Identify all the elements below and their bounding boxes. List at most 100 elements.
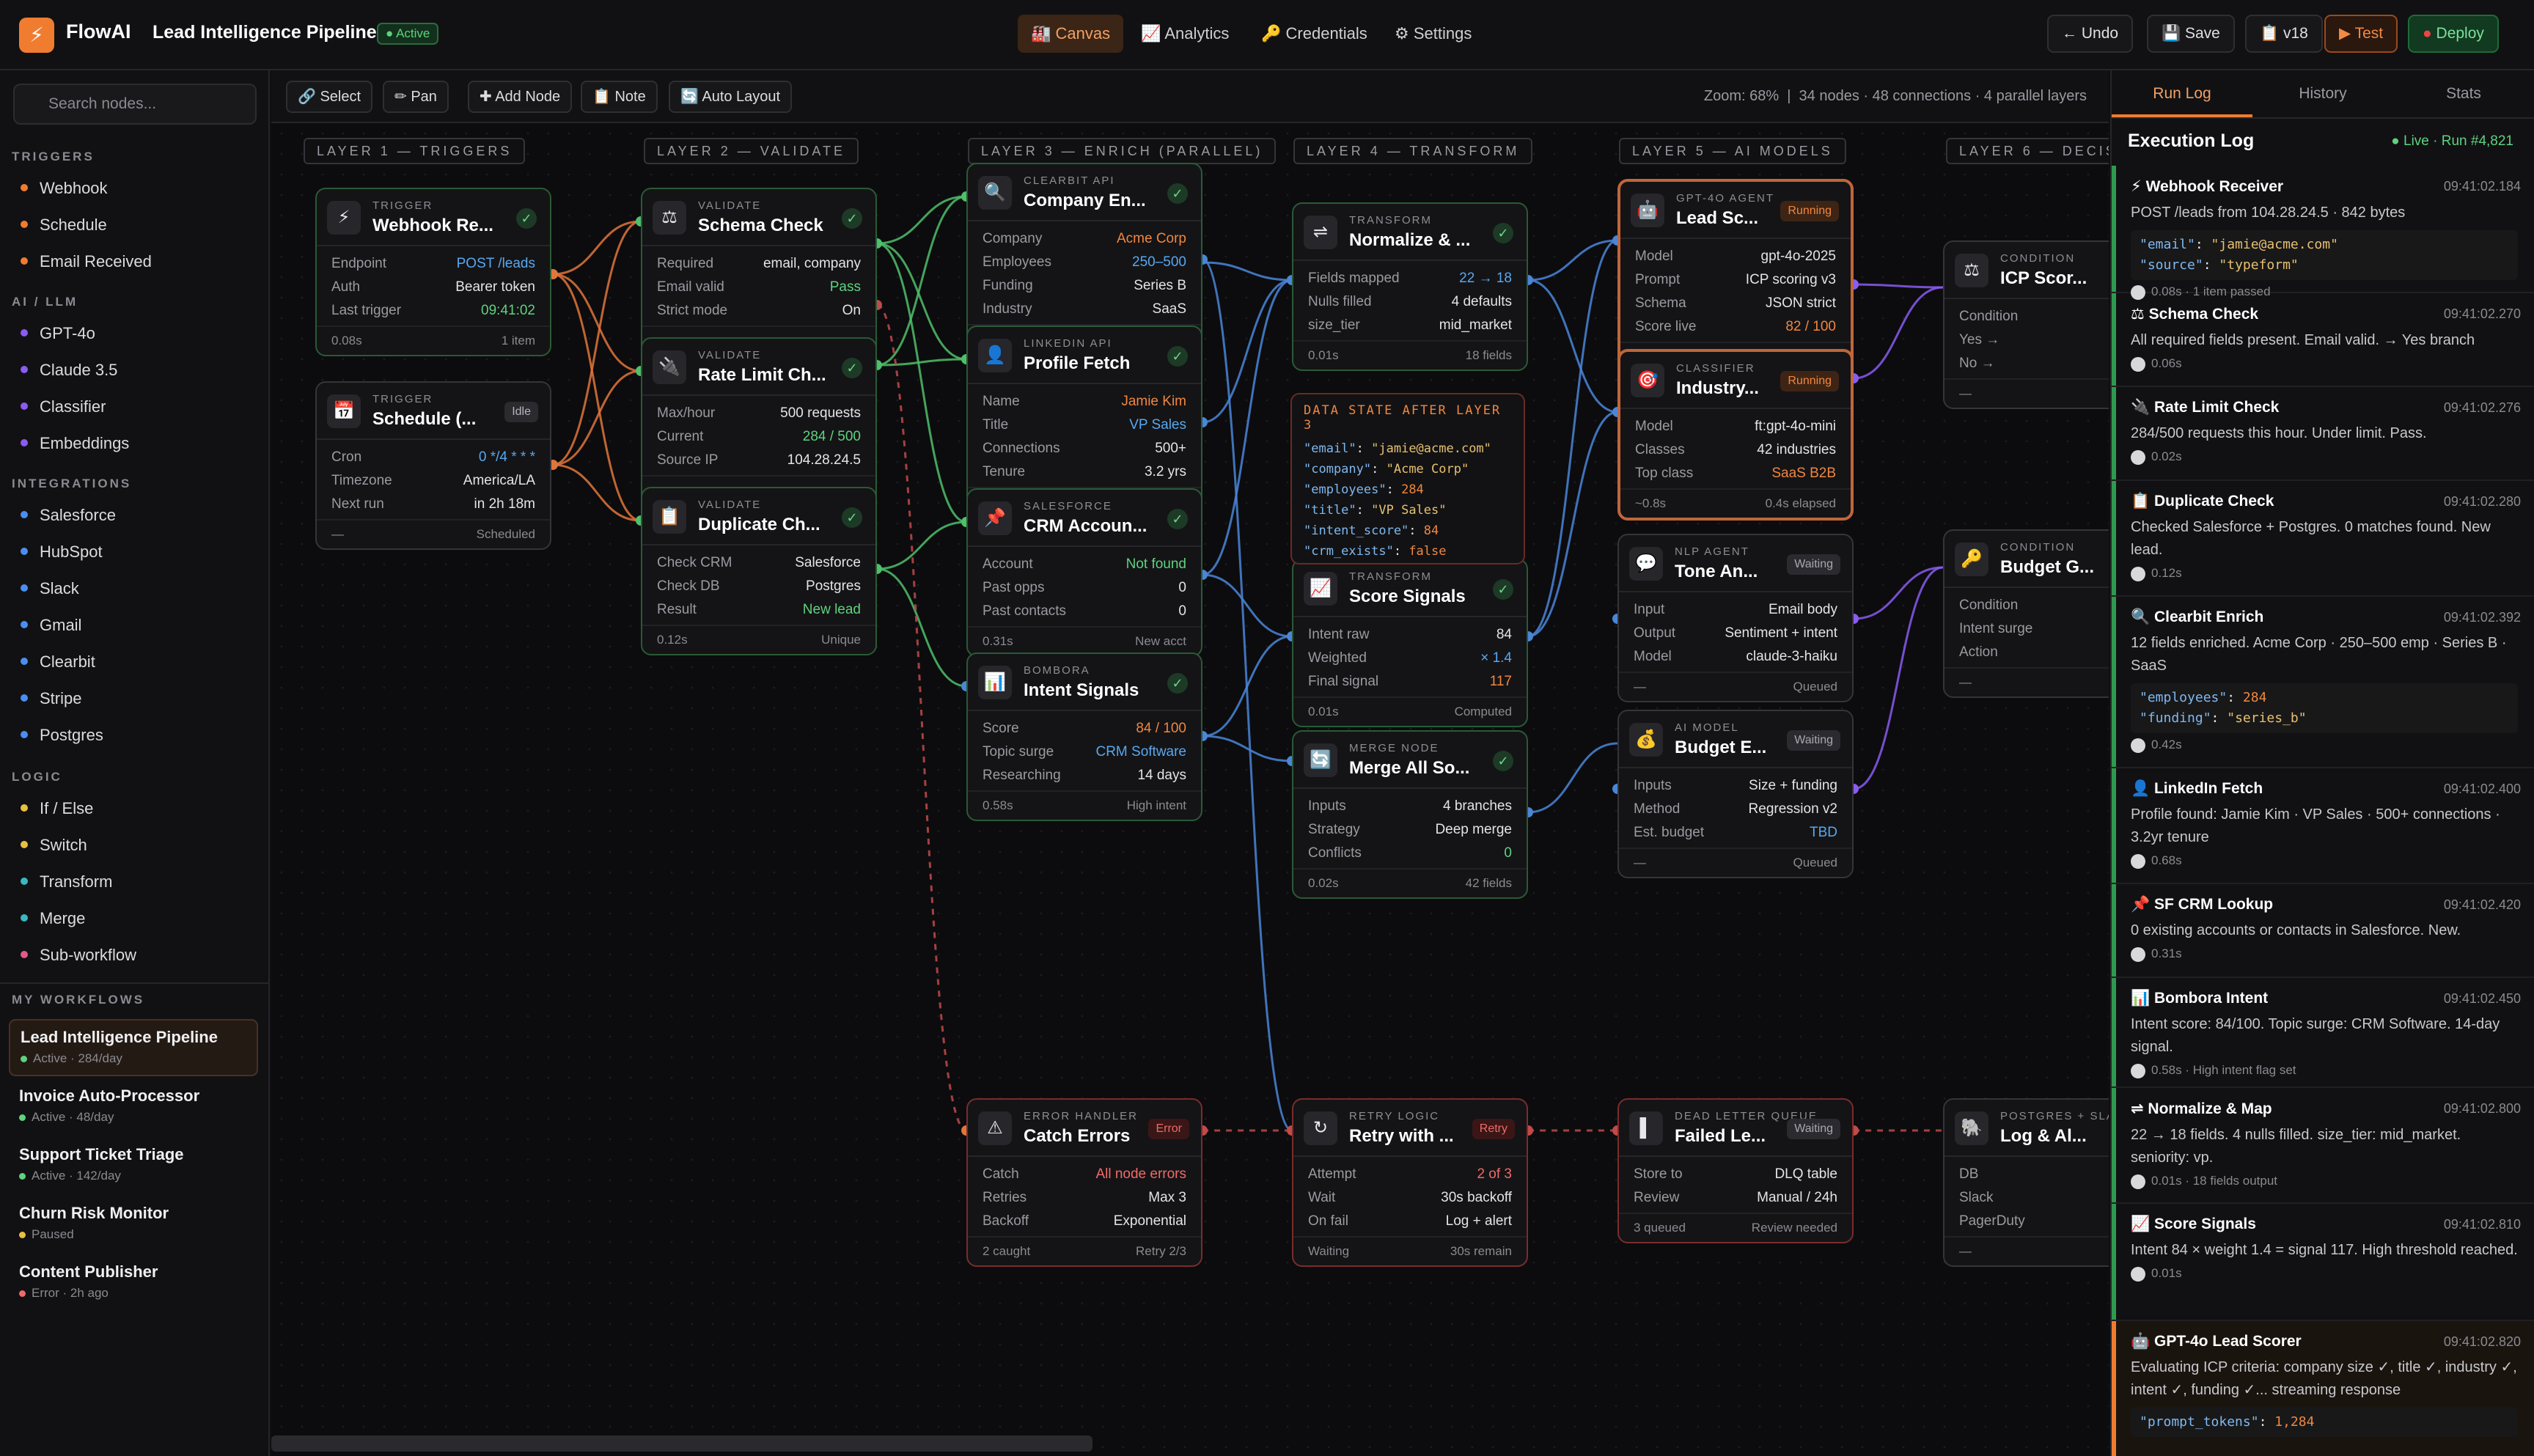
- node-webhook-receiver[interactable]: ⚡ TRIGGER Webhook Re... ✓ Endpoint POST /lead…: [315, 188, 551, 356]
- node-catch-errors[interactable]: ⚠ ERROR HANDLER Catch Errors Error Catch All …: [966, 1098, 1202, 1267]
- tab-canvas[interactable]: 🏭 Canvas: [1018, 15, 1124, 53]
- tab-run-log[interactable]: Run Log: [2112, 70, 2252, 117]
- sidebar-item-stripe[interactable]: Stripe: [21, 686, 81, 711]
- log-entry[interactable]: 👤 LinkedIn Fetch 09:41:02.400 Profile foun…: [2112, 768, 2534, 884]
- status-pill: Retry: [1472, 1119, 1515, 1139]
- state-key: "intent_score": [1304, 523, 1409, 538]
- sidebar-item-slack[interactable]: Slack: [21, 576, 79, 601]
- deploy-button[interactable]: ● Deploy: [2408, 15, 2499, 53]
- field-value: SaaS: [1152, 301, 1186, 317]
- sidebar-item-classifier[interactable]: Classifier: [21, 394, 106, 419]
- color-dot: [21, 731, 28, 739]
- undo-button[interactable]: ← Undo: [2047, 15, 2134, 53]
- sidebar-item-webhook[interactable]: Webhook: [21, 176, 108, 201]
- field-value: 42 industries: [1757, 442, 1836, 457]
- node-dead-letter-queue[interactable]: ▌ DEAD LETTER QUEUE Failed Le... Waiting Sto…: [1617, 1098, 1854, 1243]
- save-button[interactable]: 💾 Save: [2147, 15, 2235, 53]
- tab-settings[interactable]: ⚙ Settings: [1381, 15, 1485, 53]
- node-gpt-lead-scorer[interactable]: 🤖 GPT-4O AGENT Lead Sc... Running Model gpt-4…: [1617, 179, 1854, 374]
- node-budget-gate[interactable]: 🔑CONDITIONBudget G...ConditionbudgIntent…: [1943, 529, 2109, 698]
- node-schema-check[interactable]: ⚖ VALIDATE Schema Check ✓ Required email, com…: [641, 188, 877, 356]
- note-button[interactable]: 📋 Note: [581, 81, 658, 113]
- workflow-canvas[interactable]: LAYER 1 — TRIGGERS LAYER 2 — VALIDATE LA…: [271, 123, 2109, 1456]
- check-icon: ✓: [516, 208, 537, 229]
- node-normalize[interactable]: ⇌ TRANSFORM Normalize & ... ✓ Fields mapped 2…: [1292, 202, 1528, 371]
- select-tool[interactable]: 🔗 Select: [286, 81, 373, 113]
- node-title: Budget E...: [1675, 738, 1767, 757]
- node-icp-condition[interactable]: ⚖CONDITIONICP Scor...ConditionsYes →HotN…: [1943, 240, 2109, 409]
- field-value: America/LA: [463, 473, 535, 488]
- tab-stats[interactable]: Stats: [2393, 70, 2534, 117]
- sidebar-item-postgres[interactable]: Postgres: [21, 723, 103, 748]
- log-description: Intent 84 × weight 1.4 = signal 117. Hig…: [2131, 1242, 2518, 1258]
- log-status-bar: [2112, 166, 2116, 292]
- workflow-item[interactable]: Support Ticket Triage Active · 142/day: [9, 1138, 258, 1195]
- sidebar-item-clearbit[interactable]: Clearbit: [21, 650, 95, 674]
- node-retry[interactable]: ↻ RETRY LOGIC Retry with ... Retry Attempt 2 …: [1292, 1098, 1528, 1267]
- sidebar-item-merge[interactable]: Merge: [21, 906, 85, 931]
- sidebar-item-claude[interactable]: Claude 3.5: [21, 358, 117, 383]
- footer-right: Queued: [1793, 856, 1838, 869]
- node-classifier[interactable]: 🎯 CLASSIFIER Industry... Running Model ft:gpt…: [1617, 349, 1854, 521]
- node-salesforce[interactable]: 📌 SALESFORCE CRM Accoun... ✓ Account Not foun…: [966, 488, 1202, 657]
- test-button[interactable]: ▶ Test: [2324, 15, 2398, 53]
- node-score-signals[interactable]: 📈 TRANSFORM Score Signals ✓ Intent raw 84 Weig…: [1292, 559, 1528, 727]
- sidebar-item-hubspot[interactable]: HubSpot: [21, 540, 103, 565]
- log-entry[interactable]: ⇌ Normalize & Map 09:41:02.800 22 → 18 fie…: [2112, 1088, 2534, 1204]
- tab-credentials[interactable]: 🔑 Credentials: [1248, 15, 1381, 53]
- sidebar-item-switch[interactable]: Switch: [21, 833, 87, 858]
- pan-tool[interactable]: ✏ Pan: [383, 81, 449, 113]
- workflow-item[interactable]: Lead Intelligence Pipeline Active · 284/…: [9, 1019, 258, 1076]
- node-footer: — Queued: [1619, 848, 1852, 877]
- log-entry[interactable]: 🔌 Rate Limit Check 09:41:02.276 284/500 re…: [2112, 387, 2534, 481]
- workflow-item[interactable]: Invoice Auto-Processor Active · 48/day: [9, 1079, 258, 1136]
- sidebar-item-schedule[interactable]: Schedule: [21, 213, 107, 238]
- workflow-item[interactable]: Content Publisher Error · 2h ago: [9, 1255, 258, 1312]
- log-entry[interactable]: ⚡ Webhook Receiver 09:41:02.184 POST /lead…: [2112, 166, 2534, 300]
- node-bombora[interactable]: 📊 BOMBORA Intent Signals ✓ Score 84 / 100 Topi…: [966, 652, 1202, 821]
- clock-icon: [2131, 1266, 2145, 1282]
- tab-analytics[interactable]: 📈 Analytics: [1128, 15, 1242, 53]
- node-merge[interactable]: 🔄 MERGE NODE Merge All So... ✓ Inputs 4 branc…: [1292, 730, 1528, 899]
- log-entry[interactable]: 📊 Bombora Intent 09:41:02.450 Intent score…: [2112, 978, 2534, 1088]
- log-entry[interactable]: 📈 Score Signals 09:41:02.810 Intent 84 × w…: [2112, 1204, 2534, 1321]
- node-field: Prompt ICP scoring v3: [1635, 268, 1836, 292]
- sidebar-item-embeddings[interactable]: Embeddings: [21, 431, 129, 456]
- tab-history[interactable]: History: [2252, 70, 2393, 117]
- field-value: All node errors: [1095, 1166, 1186, 1182]
- sidebar-item-gmail[interactable]: Gmail: [21, 613, 81, 638]
- log-entry[interactable]: 🤖 GPT-4o Lead Scorer 09:41:02.820 Evaluati…: [2112, 1321, 2534, 1456]
- sidebar-item-salesforce[interactable]: Salesforce: [21, 503, 116, 528]
- sidebar-item-email-received[interactable]: Email Received: [21, 249, 152, 274]
- state-key: "employees": [1304, 482, 1387, 497]
- state-lines: "email": "jamie@acme.com" "company": "Acm…: [1304, 438, 1512, 562]
- sidebar-item-transform[interactable]: Transform: [21, 869, 112, 894]
- workflow-title[interactable]: Lead Intelligence Pipeline: [153, 22, 377, 43]
- log-entry[interactable]: ⚖ Schema Check 09:41:02.270 All required f…: [2112, 293, 2534, 387]
- workflow-item[interactable]: Churn Risk Monitor Paused: [9, 1196, 258, 1254]
- node-postgres-slack[interactable]: 🐘POSTGRES + SLACKLog & Al...DBerrorsSlac…: [1943, 1098, 2109, 1267]
- add-node-button[interactable]: ✚ Add Node: [468, 81, 573, 113]
- field-value: Regression v2: [1748, 801, 1837, 817]
- log-entry[interactable]: 📋 Duplicate Check 09:41:02.280 Checked Sal…: [2112, 481, 2534, 597]
- log-status-bar: [2112, 884, 2116, 977]
- connection-wire: [876, 567, 967, 688]
- node-schedule[interactable]: 📅 TRIGGER Schedule (... Idle Cron 0 */4 * * *…: [315, 381, 551, 550]
- node-duplicate-check[interactable]: 📋 VALIDATE Duplicate Ch... ✓ Check CRM Salesf…: [641, 487, 877, 655]
- field-label: Researching: [983, 768, 1061, 783]
- sidebar-item-gpt4o[interactable]: GPT-4o: [21, 321, 95, 346]
- node-icon: 💰: [1629, 723, 1663, 757]
- search-input[interactable]: Search nodes...: [13, 84, 257, 125]
- auto-layout-button[interactable]: 🔄 Auto Layout: [669, 81, 793, 113]
- log-entry[interactable]: 🔍 Clearbit Enrich 09:41:02.392 12 fields e…: [2112, 597, 2534, 768]
- sidebar-item-sub-workflow[interactable]: Sub-workflow: [21, 943, 136, 968]
- node-tone-analysis[interactable]: 💬 NLP AGENT Tone An... Waiting Input Email bo…: [1617, 534, 1854, 702]
- horizontal-scrollbar[interactable]: [271, 1435, 1092, 1452]
- node-field: Check DB Postgres: [657, 575, 861, 598]
- node-field: Final signal 117: [1308, 670, 1512, 694]
- log-entry[interactable]: 📌 SF CRM Lookup 09:41:02.420 0 existing ac…: [2112, 884, 2534, 978]
- sidebar-item-if-else[interactable]: If / Else: [21, 796, 93, 821]
- node-rate-limit[interactable]: 🔌 VALIDATE Rate Limit Ch... ✓ Max/hour 500 re…: [641, 337, 877, 506]
- node-budget-estimator[interactable]: 💰 AI MODEL Budget E... Waiting Inputs Size + …: [1617, 710, 1854, 878]
- version-button[interactable]: 📋 v18: [2245, 15, 2323, 53]
